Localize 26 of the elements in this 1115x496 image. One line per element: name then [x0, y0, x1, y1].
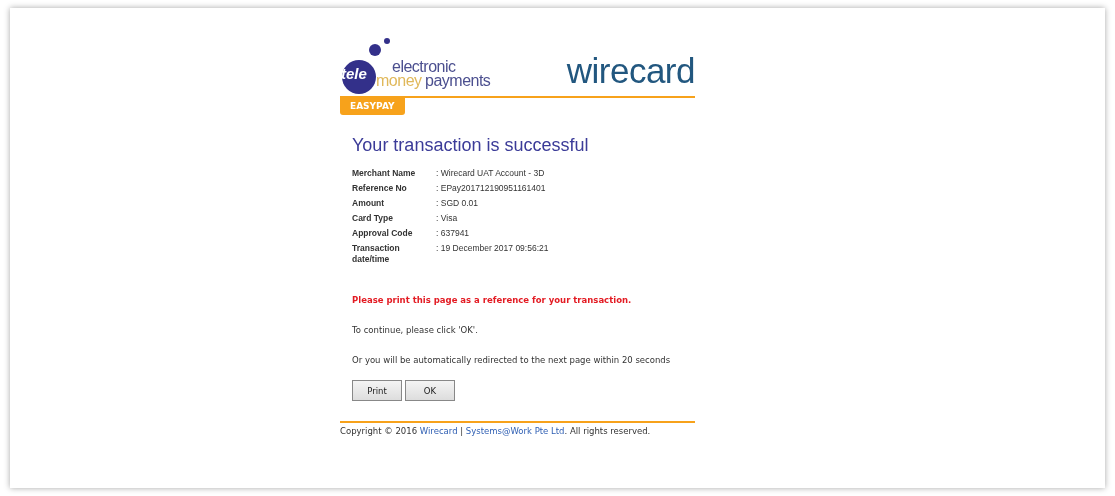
brand-logo: wirecard [566, 53, 695, 88]
print-notice: Please print this page as a reference for your transaction. [352, 295, 633, 305]
field-label: Transaction date/time [352, 243, 401, 265]
copyright-text: Copyright © 2016 Wirecard | Systems@Work Pte Ltd. All rights reserved. [340, 421, 695, 436]
field-label: Amount [352, 198, 386, 209]
info-text: Or you will be automatically redirected to the next page within 20 seconds [352, 355, 672, 365]
wirecard-link[interactable]: Wirecard [419, 426, 458, 436]
field-value: : 19 December 2017 09:56:21 [436, 243, 550, 255]
logo-text: money [376, 72, 422, 90]
company-link[interactable]: Systems@Work Pte Ltd [465, 426, 565, 436]
field-label: Approval Code [352, 228, 414, 239]
field-value: : EPay201712190951161401 [436, 183, 547, 194]
logo-text: electronic [392, 58, 456, 75]
field-value: : 637941 [436, 228, 471, 239]
logo-text: payments [425, 72, 491, 90]
field-label: Reference No [352, 183, 408, 194]
ok-button[interactable]: OK [405, 380, 455, 401]
info-text: To continue, please click 'OK'. [352, 325, 479, 335]
field-value: : SGD 0.01 [436, 198, 480, 209]
page-heading: Your transaction is successful [352, 135, 590, 156]
field-value: : Visa [436, 213, 459, 224]
print-button[interactable]: Print [352, 380, 402, 401]
field-label: Card Type [352, 213, 394, 224]
field-label: Merchant Name [352, 168, 417, 179]
field-value: : Wirecard UAT Account - 3D [436, 168, 546, 179]
logo-text: tele [341, 65, 367, 82]
